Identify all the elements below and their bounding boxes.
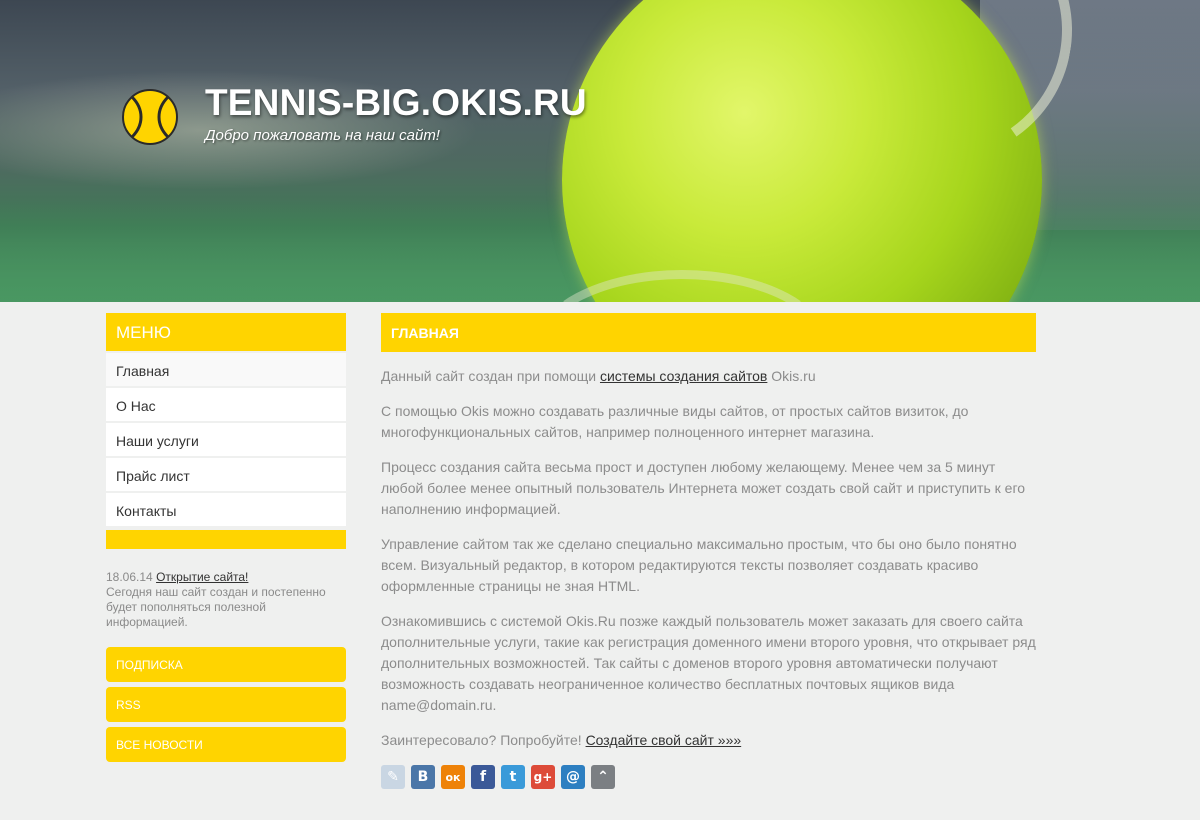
paragraph: Данный сайт создан при помощи системы со… — [381, 368, 816, 384]
google-plus-icon[interactable]: g+ — [531, 765, 555, 789]
paragraph: Ознакомившись с системой Okis.Ru позже к… — [381, 613, 1036, 713]
page-title: ГЛАВНАЯ — [381, 313, 1036, 352]
twitter-icon[interactable]: t — [501, 765, 525, 789]
create-site-link[interactable]: Создайте свой сайт »»» — [586, 732, 742, 748]
facebook-icon[interactable]: f — [471, 765, 495, 789]
paragraph: Управление сайтом так же сделано специал… — [381, 536, 1017, 594]
site-title[interactable]: TENNIS-BIG.OKIS.RU — [205, 82, 587, 124]
odnoklassniki-icon[interactable]: ок — [441, 765, 465, 789]
paragraph: Процесс создания сайта весьма прост и до… — [381, 459, 1026, 517]
news-link[interactable]: Открытие сайта! — [156, 570, 248, 584]
sidebar-item-services[interactable]: Наши услуги — [106, 423, 346, 456]
livejournal-icon[interactable]: ✎ — [381, 765, 405, 789]
paragraph: С помощью Okis можно создавать различные… — [381, 403, 969, 440]
tennis-ball-image — [532, 0, 1093, 302]
rss-button[interactable]: RSS — [106, 687, 346, 722]
site-builder-link[interactable]: системы создания сайтов — [600, 368, 767, 384]
sidebar-item-contacts[interactable]: Контакты — [106, 493, 346, 526]
sidebar-item-home[interactable]: Главная — [106, 353, 346, 386]
mail-ru-icon[interactable]: @ — [561, 765, 585, 789]
all-news-button[interactable]: ВСЕ НОВОСТИ — [106, 727, 346, 762]
sidebar-menu: Главная О Нас Наши услуги Прайс лист Кон… — [106, 353, 346, 528]
vkontakte-icon[interactable]: В — [411, 765, 435, 789]
news-date: 18.06.14 — [106, 570, 153, 584]
tennis-ball-logo-icon[interactable] — [122, 89, 178, 145]
news-block: 18.06.14 Открытие сайта! Сегодня наш сай… — [106, 570, 351, 630]
menu-title: МЕНЮ — [106, 313, 346, 351]
sidebar-item-price-list[interactable]: Прайс лист — [106, 458, 346, 491]
paragraph: Заинтересовало? Попробуйте! Создайте сво… — [381, 732, 742, 748]
main-content: Данный сайт создан при помощи системы со… — [381, 366, 1041, 765]
site-subtitle: Добро пожаловать на наш сайт! — [205, 127, 440, 144]
header-banner: TENNIS-BIG.OKIS.RU Добро пожаловать на н… — [0, 0, 1200, 302]
subscribe-button[interactable]: ПОДПИСКА — [106, 647, 346, 682]
more-icon[interactable]: ⌃ — [591, 765, 615, 789]
menu-footer-bar — [106, 530, 346, 549]
news-text: Сегодня наш сайт создан и постепенно буд… — [106, 585, 326, 629]
sidebar-item-about[interactable]: О Нас — [106, 388, 346, 421]
social-share-bar: ✎ В ок f t g+ @ ⌃ — [381, 765, 621, 789]
